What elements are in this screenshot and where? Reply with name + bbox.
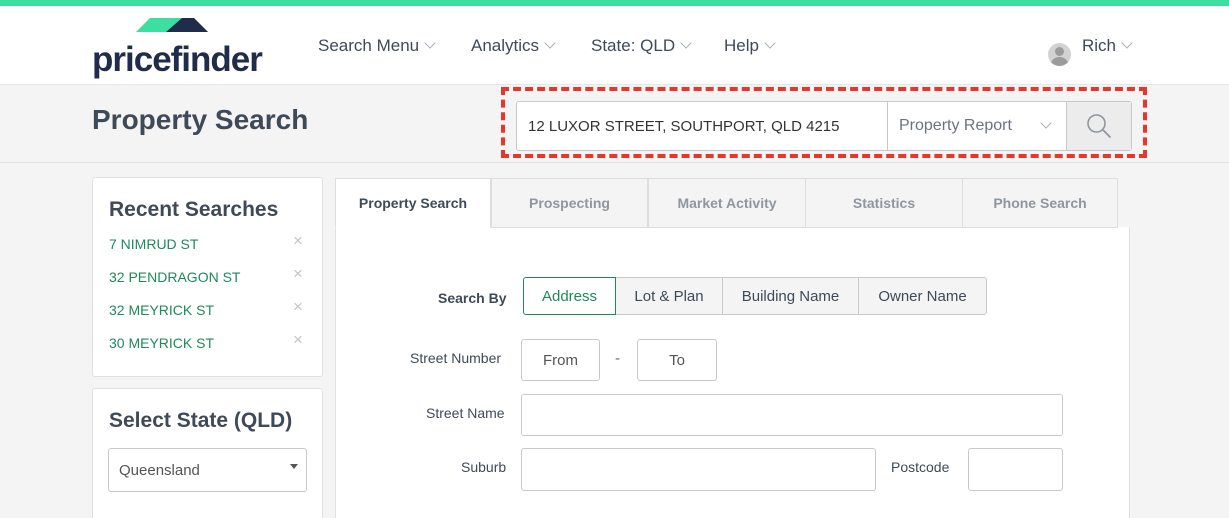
logo-text: pricefinder [92, 40, 263, 79]
state-select-value: Queensland [119, 461, 200, 479]
tab-label: Statistics [852, 195, 916, 211]
user-name: Rich [1082, 35, 1117, 55]
search-button[interactable] [1067, 102, 1131, 150]
nav-help[interactable]: Help [724, 6, 776, 85]
postcode-label: Postcode [891, 459, 950, 475]
segment-label: Address [541, 287, 598, 305]
street-number-from-input[interactable] [521, 339, 600, 381]
chevron-down-icon [544, 37, 556, 49]
pricefinder-logo[interactable]: pricefinder [92, 18, 263, 80]
search-by-owner-name-button[interactable]: Owner Name [858, 277, 987, 315]
suburb-input[interactable] [521, 448, 876, 491]
logo-mark-icon [136, 18, 208, 32]
header: pricefinder Search Menu Analytics State:… [0, 6, 1229, 85]
tab-prospecting[interactable]: Prospecting [491, 178, 648, 228]
search-icon [1087, 114, 1111, 138]
close-icon[interactable]: × [293, 265, 307, 282]
suburb-label: Suburb [461, 459, 507, 475]
report-type-select[interactable]: Property Report [888, 102, 1067, 150]
nav-help-label: Help [724, 35, 759, 55]
chevron-down-icon [1121, 37, 1133, 49]
quick-search-input[interactable] [517, 102, 888, 150]
recent-searches-title: Recent Searches [109, 198, 279, 221]
avatar[interactable] [1048, 43, 1071, 66]
street-number-label: Street Number [410, 350, 502, 366]
recent-search-label: 30 MEYRICK ST [109, 335, 215, 351]
segment-label: Building Name [741, 287, 840, 305]
recent-search-label: 7 NIMRUD ST [109, 236, 199, 252]
range-separator: - [615, 350, 620, 367]
tab-market-activity[interactable]: Market Activity [648, 178, 806, 228]
chevron-down-icon [680, 37, 692, 49]
nav-search-menu-label: Search Menu [318, 35, 420, 55]
report-type-label: Property Report [899, 117, 1012, 134]
segment-label: Lot & Plan [634, 287, 704, 305]
search-by-building-name-button[interactable]: Building Name [722, 277, 859, 315]
nav-analytics-label: Analytics [471, 35, 540, 55]
quick-search-bar: Property Report [516, 101, 1132, 151]
tab-label: Phone Search [993, 195, 1087, 211]
page-title: Property Search [92, 104, 309, 135]
search-by-label: Search By [438, 290, 507, 306]
tab-label: Property Search [358, 195, 468, 211]
nav-user-menu[interactable]: Rich [1082, 6, 1133, 85]
street-name-label: Street Name [426, 405, 505, 421]
recent-search-item[interactable]: 32 PENDRAGON ST × [109, 265, 309, 291]
street-number-to-input[interactable] [637, 339, 717, 381]
street-name-input[interactable] [521, 394, 1063, 436]
segment-label: Owner Name [878, 287, 967, 305]
nav-state-label: State: QLD [591, 35, 676, 55]
close-icon[interactable]: × [293, 331, 307, 348]
chevron-down-icon [424, 37, 436, 49]
close-icon[interactable]: × [293, 298, 307, 315]
recent-search-label: 32 MEYRICK ST [109, 302, 215, 318]
recent-search-label: 32 PENDRAGON ST [109, 269, 241, 285]
close-icon[interactable]: × [293, 232, 307, 249]
tab-statistics[interactable]: Statistics [805, 178, 963, 228]
chevron-down-icon [1040, 117, 1052, 129]
select-state-panel: Select State (QLD) Queensland [92, 388, 323, 518]
state-select[interactable]: Queensland [108, 448, 307, 492]
nav-search-menu[interactable]: Search Menu [318, 6, 436, 85]
select-state-title: Select State (QLD) [109, 409, 293, 432]
recent-search-item[interactable]: 32 MEYRICK ST × [109, 298, 309, 324]
postcode-input[interactable] [968, 448, 1063, 491]
chevron-down-icon [764, 37, 776, 49]
tab-property-search[interactable]: Property Search [335, 178, 491, 228]
tab-label: Market Activity [677, 195, 777, 211]
caret-down-icon [290, 464, 298, 469]
tab-phone-search[interactable]: Phone Search [962, 178, 1118, 228]
search-by-address-button[interactable]: Address [523, 277, 616, 315]
recent-search-item[interactable]: 30 MEYRICK ST × [109, 331, 309, 357]
recent-searches-panel: Recent Searches 7 NIMRUD ST × 32 PENDRAG… [92, 177, 323, 377]
search-by-lot-plan-button[interactable]: Lot & Plan [615, 277, 723, 315]
nav-analytics[interactable]: Analytics [471, 6, 556, 85]
tab-label: Prospecting [529, 195, 610, 211]
nav-state[interactable]: State: QLD [591, 6, 692, 85]
recent-search-item[interactable]: 7 NIMRUD ST × [109, 232, 309, 258]
